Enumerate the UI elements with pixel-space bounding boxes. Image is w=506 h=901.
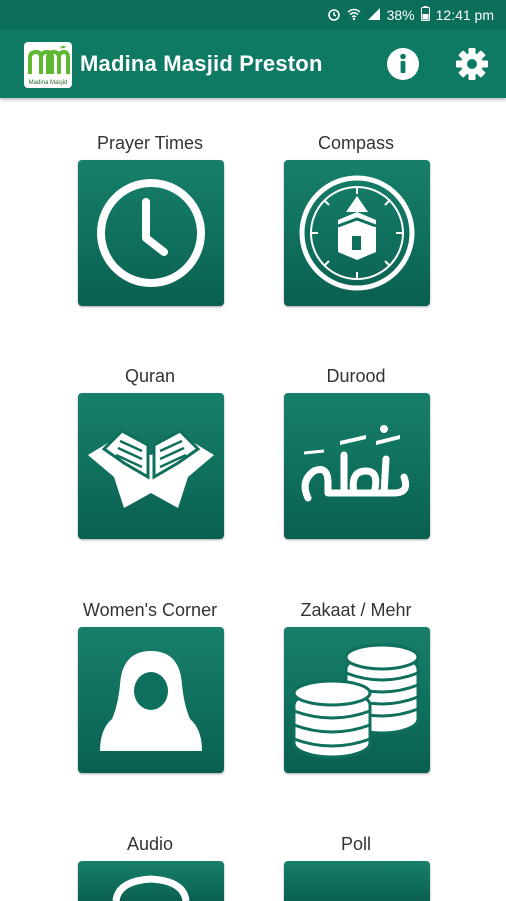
info-button[interactable]	[385, 46, 421, 82]
menu-grid: Prayer Times Compass Quran Durood Women'…	[0, 98, 506, 901]
tile-button[interactable]	[78, 861, 224, 901]
info-icon	[387, 48, 419, 80]
alarm-icon	[327, 7, 341, 24]
tile-durood[interactable]: Durood	[276, 363, 436, 539]
tile-womens-corner[interactable]: Women's Corner	[70, 597, 230, 773]
tile-label: Audio	[126, 834, 174, 854]
tile-button[interactable]	[284, 393, 430, 539]
tile-label: Prayer Times	[96, 133, 204, 153]
settings-button[interactable]	[454, 46, 490, 82]
poll-icon	[284, 861, 430, 901]
tile-button[interactable]	[284, 627, 430, 773]
audio-icon	[112, 875, 190, 901]
tile-button[interactable]	[284, 861, 430, 901]
hijab-woman-icon	[100, 651, 202, 751]
tile-button[interactable]	[78, 393, 224, 539]
tile-label: Women's Corner	[82, 600, 218, 620]
status-bar: 38% 12:41 pm	[0, 0, 506, 30]
tile-compass[interactable]: Compass	[276, 130, 436, 306]
coins-stack-icon	[292, 643, 420, 759]
app-logo: Madina Masjid	[24, 42, 72, 88]
tile-button[interactable]	[78, 160, 224, 306]
tile-label: Poll	[340, 834, 371, 854]
tile-label: Durood	[326, 366, 386, 386]
app-title: Madina Masjid Preston	[80, 51, 323, 76]
battery-icon	[420, 6, 430, 24]
battery-percent: 38%	[386, 7, 415, 23]
status-time: 12:41 pm	[435, 7, 494, 23]
settings-gear-icon	[456, 48, 488, 80]
tile-button[interactable]	[78, 627, 224, 773]
arabic-calligraphy-icon	[301, 425, 410, 502]
svg-text:Madina Masjid: Madina Masjid	[29, 80, 68, 86]
clock-icon	[97, 179, 205, 287]
tile-quran[interactable]: Quran	[70, 363, 230, 539]
tile-poll[interactable]: Poll	[276, 831, 436, 901]
tile-button[interactable]	[284, 160, 430, 306]
wifi-icon	[347, 7, 361, 24]
open-quran-icon	[88, 429, 214, 508]
kaaba-compass-icon	[299, 175, 415, 291]
tile-prayer-times[interactable]: Prayer Times	[70, 130, 230, 306]
tile-label: Quran	[124, 366, 176, 386]
tile-zakaat-mehr[interactable]: Zakaat / Mehr	[276, 597, 436, 773]
tile-label: Zakaat / Mehr	[300, 600, 412, 620]
tile-label: Compass	[317, 133, 395, 153]
app-bar: Madina Masjid Madina Masjid Preston	[0, 30, 506, 98]
tile-audio[interactable]: Audio	[70, 831, 230, 901]
signal-icon	[367, 7, 381, 24]
